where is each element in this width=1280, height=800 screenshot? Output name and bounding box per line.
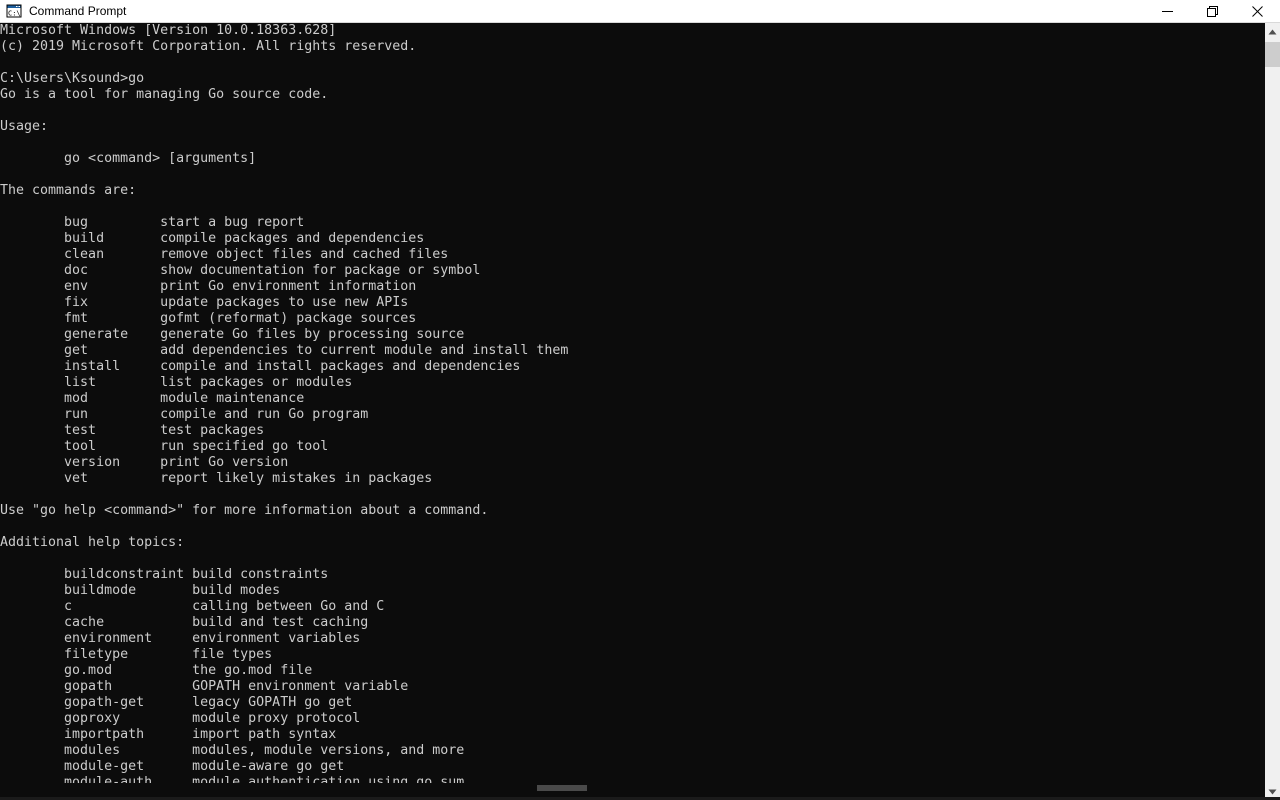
horizontal-scrollbar-thumb[interactable]	[537, 785, 587, 791]
command-prompt-window: C:\ Command Prompt Microsoft Windows [Ve…	[0, 0, 1280, 800]
horizontal-scrollbar[interactable]	[0, 783, 1264, 791]
minimize-button[interactable]	[1145, 0, 1190, 23]
console-output-area[interactable]: Microsoft Windows [Version 10.0.18363.62…	[0, 23, 1264, 791]
scroll-up-arrow-icon[interactable]	[1265, 23, 1280, 40]
titlebar[interactable]: C:\ Command Prompt	[0, 0, 1280, 23]
vertical-scrollbar[interactable]	[1264, 23, 1280, 800]
window-title: Command Prompt	[29, 3, 127, 18]
console-text: Microsoft Windows [Version 10.0.18363.62…	[0, 23, 569, 790]
window-controls	[1145, 0, 1280, 23]
svg-text:C:\: C:\	[8, 10, 21, 18]
maximize-button[interactable]	[1190, 0, 1235, 23]
vertical-scrollbar-thumb[interactable]	[1265, 42, 1280, 67]
close-button[interactable]	[1235, 0, 1280, 23]
console-icon: C:\	[6, 3, 22, 19]
